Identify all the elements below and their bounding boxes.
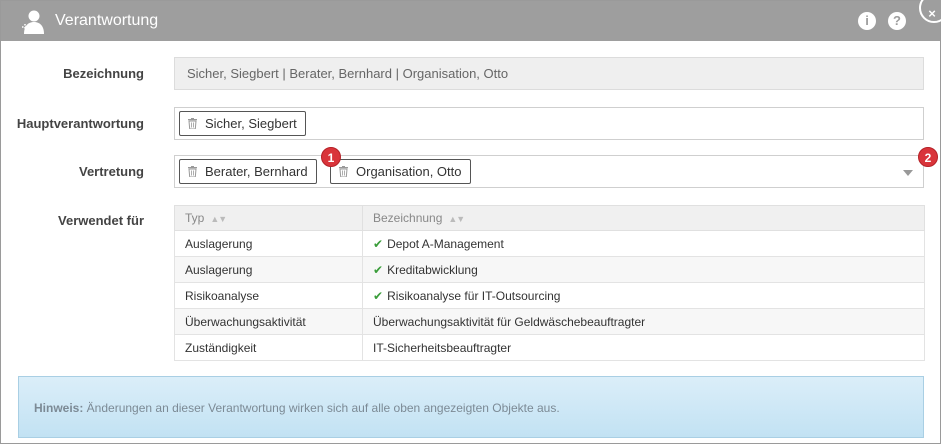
cell-typ: Überwachungsaktivität <box>174 308 363 335</box>
column-header-typ[interactable]: Typ ▲▼ <box>174 205 363 231</box>
cell-bezeichnung: Überwachungsaktivität für Geldwäschebeau… <box>362 308 925 335</box>
hint-text: Änderungen an dieser Verantwortung wirke… <box>83 401 560 415</box>
cell-bezeichnung: ✔ Kreditabwicklung <box>362 256 925 283</box>
callout-badge-2: 2 <box>918 147 938 167</box>
check-icon: ✔ <box>373 288 384 303</box>
bezeichnung-field: Sicher, Siegbert | Berater, Bernhard | O… <box>174 57 924 90</box>
table-row[interactable]: Auslagerung ✔ Kreditabwicklung <box>174 256 925 283</box>
hint-box: Hinweis: Änderungen an dieser Verantwort… <box>18 376 924 438</box>
usage-table: Typ ▲▼ Bezeichnung ▲▼ Auslagerung ✔ Depot A… <box>174 205 925 361</box>
hauptverantwortung-label: Hauptverantwortung <box>16 116 144 131</box>
help-icon[interactable]: ? <box>888 12 906 30</box>
table-row[interactable]: Risikoanalyse ✔ Risikoanalyse für IT-Outs… <box>174 282 925 309</box>
cell-text: Depot A-Management <box>387 236 504 251</box>
sort-icon[interactable]: ▲▼ <box>448 214 465 224</box>
cell-typ: Auslagerung <box>174 230 363 257</box>
cell-text: Risikoanalyse für IT-Outsourcing <box>387 288 561 303</box>
cell-bezeichnung: ✔ Depot A-Management <box>362 230 925 257</box>
tag-organisation-otto[interactable]: Organisation, Otto <box>330 159 471 184</box>
hint-label: Hinweis: <box>34 401 84 415</box>
dialog-title: Verantwortung <box>55 12 159 29</box>
cell-typ: Risikoanalyse <box>174 282 363 309</box>
tag-label: Sicher, Siegbert <box>205 116 297 131</box>
column-header-label: Typ <box>185 211 205 225</box>
check-icon: ✔ <box>373 236 384 251</box>
sort-icon[interactable]: ▲▼ <box>210 214 227 224</box>
cell-typ: Zuständigkeit <box>174 334 363 361</box>
cell-bezeichnung: ✔ Risikoanalyse für IT-Outsourcing <box>362 282 925 309</box>
trash-icon[interactable] <box>339 166 348 177</box>
bezeichnung-label: Bezeichnung <box>63 66 144 81</box>
table-header-row: Typ ▲▼ Bezeichnung ▲▼ <box>174 205 925 231</box>
info-icon[interactable]: i <box>858 12 876 30</box>
vertretung-field[interactable]: Berater, Bernhard Organisation, Otto <box>174 155 924 188</box>
cell-text: Kreditabwicklung <box>387 262 478 277</box>
tag-sicher-siegbert[interactable]: Sicher, Siegbert <box>179 111 306 136</box>
vertretung-label: Vertretung <box>78 164 144 179</box>
column-header-bezeichnung[interactable]: Bezeichnung ▲▼ <box>362 205 925 231</box>
table-row[interactable]: Zuständigkeit IT-Sicherheitsbeauftragter <box>174 334 925 361</box>
table-row[interactable]: Überwachungsaktivität Überwachungsaktivi… <box>174 308 925 335</box>
user-responsibility-icon <box>22 10 44 34</box>
cell-typ: Auslagerung <box>174 256 363 283</box>
caret-down-icon[interactable] <box>903 170 913 176</box>
tag-label: Organisation, Otto <box>356 164 462 179</box>
column-header-label: Bezeichnung <box>373 211 443 225</box>
trash-icon[interactable] <box>188 166 197 177</box>
tag-label: Berater, Bernhard <box>205 164 308 179</box>
responsibility-dialog: Verantwortung i ? × Bezeichnung Sicher, … <box>0 0 941 444</box>
trash-icon[interactable] <box>188 118 197 129</box>
cell-bezeichnung: IT-Sicherheitsbeauftragter <box>362 334 925 361</box>
table-row[interactable]: Auslagerung ✔ Depot A-Management <box>174 230 925 257</box>
callout-badge-1: 1 <box>321 147 341 167</box>
tag-berater-bernhard[interactable]: Berater, Bernhard <box>179 159 317 184</box>
dialog-titlebar: Verantwortung i ? <box>1 1 940 41</box>
verwendet-fuer-label: Verwendet für <box>58 213 144 228</box>
check-icon: ✔ <box>373 262 384 277</box>
hauptverantwortung-field[interactable]: Sicher, Siegbert <box>174 107 924 140</box>
